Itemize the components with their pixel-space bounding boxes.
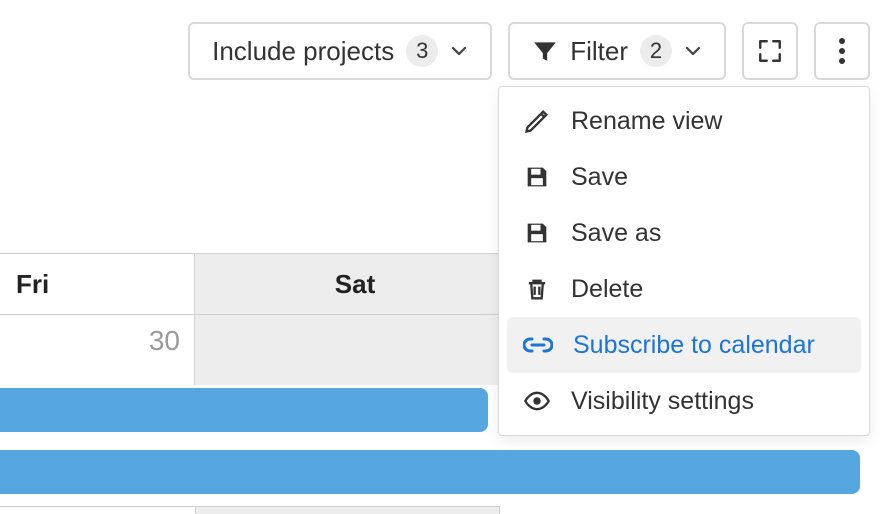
more-menu: Rename view Save Save as Delete Subscrib… (498, 86, 870, 436)
menu-item-delete[interactable]: Delete (499, 261, 869, 317)
grid-line (0, 506, 196, 514)
link-icon (523, 336, 553, 354)
menu-label: Subscribe to calendar (573, 331, 815, 360)
menu-item-visibility[interactable]: Visibility settings (499, 373, 869, 429)
date-cell-fri[interactable]: 30 (0, 315, 195, 385)
filter-button[interactable]: Filter 2 (508, 22, 726, 80)
filter-icon (532, 38, 558, 64)
include-projects-button[interactable]: Include projects 3 (188, 22, 492, 80)
calendar-event[interactable] (0, 388, 488, 432)
date-row: 30 (0, 315, 500, 385)
day-header-sat: Sat (195, 254, 500, 314)
menu-label: Rename view (571, 107, 722, 136)
calendar-event[interactable] (0, 450, 860, 494)
eye-icon (523, 387, 551, 415)
save-icon (523, 163, 551, 191)
toolbar: Include projects 3 Filter 2 (0, 22, 894, 80)
menu-label: Save (571, 163, 628, 192)
more-vertical-icon (839, 38, 845, 64)
day-header-fri: Fri (0, 254, 195, 314)
filter-count: 2 (640, 35, 672, 67)
expand-icon (757, 38, 783, 64)
date-cell-sat[interactable] (195, 315, 500, 385)
menu-label: Save as (571, 219, 661, 248)
calendar-header: Fri Sat (0, 253, 500, 315)
fullscreen-button[interactable] (742, 22, 798, 80)
trash-icon (523, 275, 551, 303)
grid-line (196, 506, 500, 514)
menu-item-rename[interactable]: Rename view (499, 93, 869, 149)
pencil-icon (523, 107, 551, 135)
menu-label: Visibility settings (571, 387, 754, 416)
menu-item-subscribe[interactable]: Subscribe to calendar (507, 317, 861, 373)
menu-item-save-as[interactable]: Save as (499, 205, 869, 261)
more-menu-button[interactable] (814, 22, 870, 80)
filter-label: Filter (570, 36, 628, 67)
chevron-down-icon (684, 42, 702, 60)
chevron-down-icon (450, 42, 468, 60)
save-icon (523, 219, 551, 247)
menu-label: Delete (571, 275, 643, 304)
menu-item-save[interactable]: Save (499, 149, 869, 205)
include-projects-label: Include projects (212, 36, 394, 67)
include-projects-count: 3 (406, 35, 438, 67)
